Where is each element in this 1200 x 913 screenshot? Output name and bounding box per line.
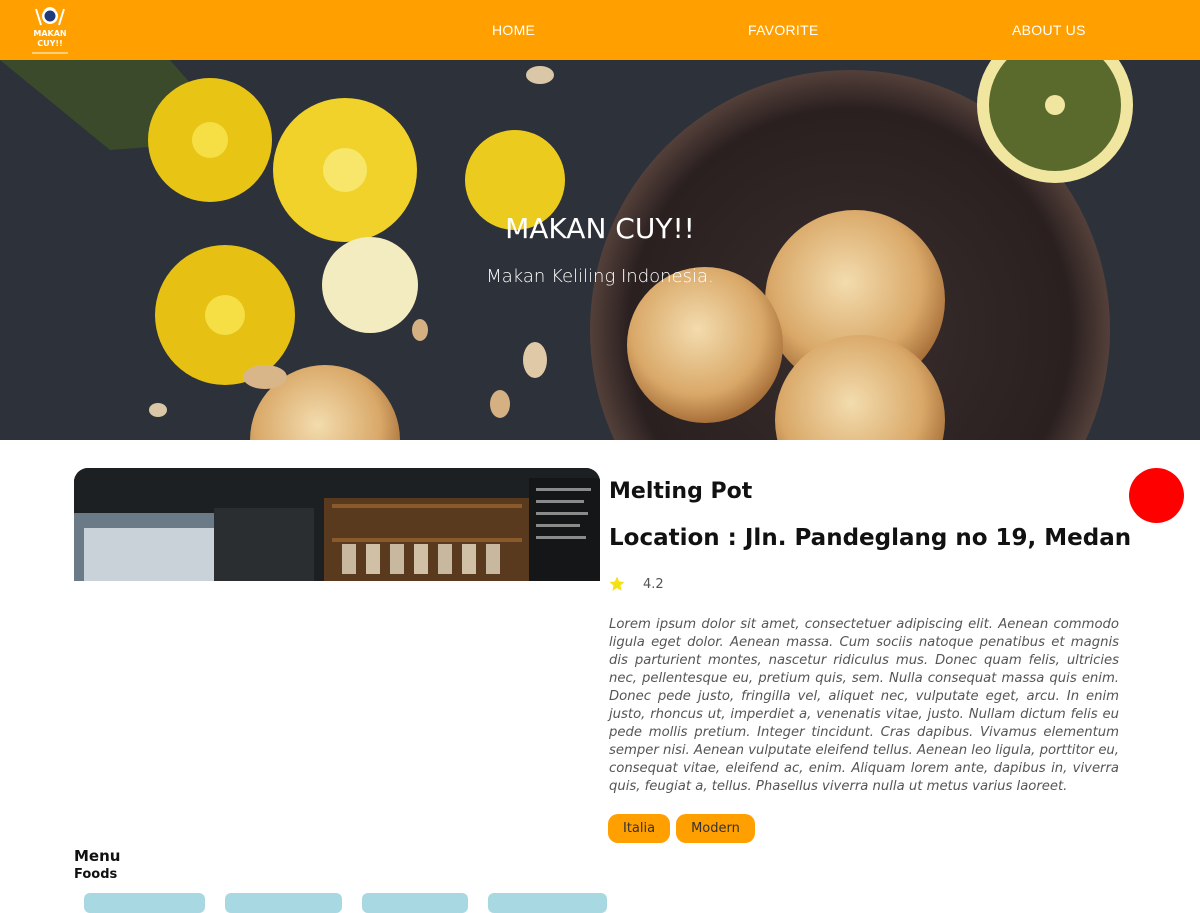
category-tag-modern[interactable]: Modern [676, 814, 755, 843]
nav-link-about-us[interactable]: ABOUT US [1012, 0, 1086, 60]
food-card[interactable] [362, 893, 468, 913]
foods-heading: Foods [74, 867, 118, 882]
hero-subtitle: Makan Keliling Indonesia. [486, 266, 714, 287]
restaurant-rating: 4.2 [643, 577, 664, 592]
nav-link-favorite[interactable]: FAVORITE [748, 0, 819, 60]
favorite-button[interactable] [1129, 468, 1184, 523]
category-tags: Italia Modern [608, 814, 755, 843]
hero-banner: MAKAN CUY!! Makan Keliling Indonesia. [0, 60, 1200, 440]
restaurant-image [74, 468, 600, 581]
food-card[interactable] [225, 893, 342, 913]
category-tag-italia[interactable]: Italia [608, 814, 671, 843]
menu-heading: Menu [74, 847, 121, 865]
food-card[interactable] [488, 893, 607, 913]
restaurant-name: Melting Pot [609, 479, 753, 504]
nav-link-home[interactable]: HOME [492, 0, 535, 60]
top-navbar: MAKAN CUY!! HOME FAVORITE ABOUT US [0, 0, 1200, 60]
restaurant-description: Lorem ipsum dolor sit amet, consectetuer… [609, 617, 1119, 794]
star-icon [609, 576, 625, 591]
svg-text:CUY!!: CUY!! [37, 39, 62, 48]
hero-background-image [0, 60, 1200, 440]
chef-logo-icon[interactable]: MAKAN CUY!! [28, 3, 72, 57]
hero-title: MAKAN CUY!! [505, 212, 695, 245]
food-card[interactable] [84, 893, 205, 913]
restaurant-location: Location : Jln. Pandeglang no 19, Medan [609, 525, 1132, 551]
svg-text:MAKAN: MAKAN [33, 29, 66, 38]
